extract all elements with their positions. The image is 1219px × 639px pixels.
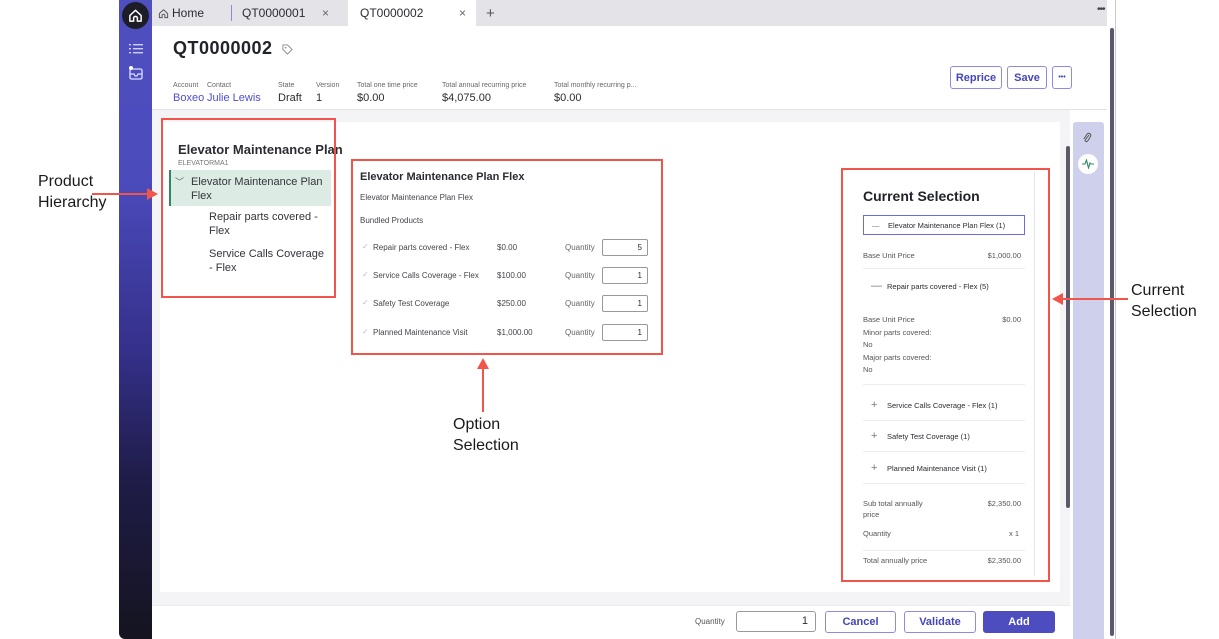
field-total-annual: Total annual recurring price $4,075.00: [442, 82, 526, 104]
close-icon[interactable]: ×: [322, 6, 329, 20]
field-label: State: [278, 82, 295, 89]
home-icon: [158, 8, 169, 18]
contact-link[interactable]: Julie Lewis: [207, 92, 261, 104]
annotation-text: Product: [38, 173, 94, 190]
pulse-icon: [1082, 159, 1094, 169]
field-value: Draft: [278, 92, 302, 104]
tab-label: QT0000001: [242, 6, 306, 20]
field-value: 1: [316, 92, 323, 104]
annotation-arrowhead: [1052, 293, 1063, 305]
validate-button[interactable]: Validate: [904, 611, 976, 633]
page-title: QT0000002: [173, 38, 293, 59]
quote-number: QT0000002: [173, 38, 273, 58]
annotation-product-hierarchy: Product Hierarchy: [38, 171, 106, 213]
annotation-text: Selection: [453, 437, 519, 454]
tab-qt0000001[interactable]: QT0000001 ×: [232, 0, 342, 26]
tag-icon[interactable]: [282, 44, 293, 55]
field-value: $0.00: [357, 92, 385, 104]
annotation-arrowhead: [477, 358, 489, 369]
field-value: $4,075.00: [442, 92, 491, 104]
activity-button[interactable]: [1078, 154, 1098, 174]
field-label: Total monthly recurring p...: [554, 82, 637, 89]
field-label: Total one time price: [357, 82, 418, 89]
home-icon: [129, 9, 142, 22]
tab-bar: Home QT0000001 × QT0000002 × +: [152, 0, 1107, 26]
screenshot-root: Product Hierarchy Current Selection Home…: [0, 0, 1219, 639]
more-icon[interactable]: •••: [1097, 4, 1105, 15]
save-button[interactable]: Save: [1007, 66, 1047, 89]
annotation-arrow: [92, 193, 147, 195]
tab-label: QT0000002: [360, 6, 424, 20]
annotation-arrowhead: [147, 188, 158, 200]
quantity-label: Quantity: [695, 617, 725, 626]
field-value: $0.00: [554, 92, 582, 104]
quantity-input[interactable]: 1: [736, 611, 816, 632]
field-label: Contact: [207, 82, 232, 89]
close-icon[interactable]: ×: [459, 6, 466, 20]
field-total-monthly: Total monthly recurring p... $0.00: [554, 82, 636, 104]
utility-panel: [1073, 122, 1104, 639]
field-account: Account Boxeo: [173, 82, 204, 104]
new-tab-button[interactable]: +: [486, 0, 500, 26]
annotation-box-hierarchy: [161, 118, 336, 298]
reprice-button[interactable]: Reprice: [950, 66, 1002, 89]
attachment-icon[interactable]: [1082, 132, 1092, 147]
field-contact: Contact Julie Lewis: [207, 82, 261, 104]
annotation-text: Selection: [1131, 303, 1197, 320]
cancel-button[interactable]: Cancel: [825, 611, 896, 633]
field-total-one-time: Total one time price $0.00: [357, 82, 418, 104]
window-edge: [1115, 0, 1116, 639]
account-link[interactable]: Boxeo: [173, 92, 204, 104]
field-label: Total annual recurring price: [442, 82, 527, 89]
annotation-current-selection: Current Selection: [1131, 280, 1197, 322]
quote-header: QT0000002 Account Boxeo Contact Julie Le…: [152, 26, 1107, 110]
tab-qt0000002[interactable]: QT0000002 ×: [348, 0, 476, 26]
inbox-button[interactable]: [127, 64, 145, 82]
annotation-text: Option: [453, 416, 501, 433]
field-version: Version 1: [316, 82, 339, 104]
annotation-arrow: [482, 368, 484, 412]
annotation-box-options: [351, 159, 663, 355]
annotation-box-current-selection: [841, 168, 1050, 582]
annotation-text: Current: [1131, 282, 1185, 299]
annotation-text: Hierarchy: [38, 194, 107, 211]
tab-label: Home: [172, 6, 205, 20]
content-scrollbar[interactable]: [1066, 146, 1070, 508]
list-icon: [129, 44, 143, 54]
field-label: Version: [316, 82, 340, 89]
inbox-icon: [129, 66, 143, 80]
page-scrollbar[interactable]: [1110, 28, 1114, 636]
field-state: State Draft: [278, 82, 302, 104]
tab-home[interactable]: Home: [158, 0, 228, 26]
annotation-arrow: [1062, 298, 1128, 300]
nav-rail: [119, 0, 152, 639]
footer-bar: Quantity 1 Cancel Validate Add: [152, 605, 1070, 639]
field-label: Account: [173, 82, 199, 89]
list-button[interactable]: [127, 40, 145, 58]
more-actions-button[interactable]: •••: [1052, 66, 1072, 89]
annotation-option-selection: Option Selection: [453, 414, 519, 456]
add-button[interactable]: Add: [983, 611, 1055, 633]
home-button[interactable]: [122, 2, 149, 29]
